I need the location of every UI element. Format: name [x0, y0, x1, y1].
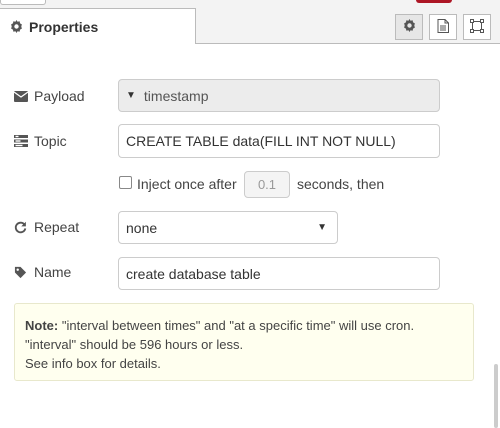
topic-input[interactable]: CREATE TABLE data(FILL INT NOT NULL): [118, 124, 440, 158]
note-line-3: See info box for details.: [25, 356, 161, 371]
node-appearance-button[interactable]: [463, 14, 491, 40]
tab-properties[interactable]: Properties: [0, 8, 196, 44]
inject-delay-input[interactable]: 0.1: [244, 171, 290, 198]
inject-once-label: Inject once after: [137, 176, 237, 192]
payload-type-input[interactable]: ▼ timestamp: [118, 79, 440, 112]
caret-down-icon: ▼: [126, 90, 136, 101]
note-line-2: "interval" should be 596 hours or less.: [25, 337, 244, 352]
repeat-label: Repeat: [14, 218, 79, 236]
payload-label: Payload: [14, 87, 85, 105]
node-settings-button[interactable]: [395, 14, 423, 40]
tasks-icon: [14, 135, 30, 147]
topic-label: Topic: [14, 132, 67, 150]
top-cancel-button[interactable]: [0, 0, 46, 5]
tag-icon: [14, 266, 30, 279]
gear-icon: [403, 19, 416, 35]
name-label: Name: [14, 263, 71, 281]
topic-value: CREATE TABLE data(FILL INT NOT NULL): [126, 133, 396, 149]
caret-down-icon: ▼: [317, 222, 327, 233]
inject-seconds-label: seconds, then: [297, 176, 385, 192]
tab-properties-label: Properties: [29, 18, 99, 35]
repeat-value: none: [126, 219, 158, 236]
repeat-select[interactable]: none ▼: [118, 211, 338, 244]
payload-value: timestamp: [143, 87, 209, 104]
inject-delay-placeholder: 0.1: [257, 177, 277, 192]
inject-once-checkbox[interactable]: [119, 176, 132, 189]
envelope-icon: [14, 90, 30, 102]
top-deploy-button[interactable]: [416, 0, 452, 3]
note-box: Note: "interval between times" and "at a…: [14, 303, 474, 381]
node-description-button[interactable]: [429, 14, 457, 40]
frame-icon: [470, 18, 484, 36]
repeat-icon: [14, 221, 30, 234]
note-line-1: Note: "interval between times" and "at a…: [25, 318, 415, 333]
scrollbar[interactable]: [494, 364, 498, 428]
note-title: Note:: [25, 318, 59, 333]
gear-icon: [10, 20, 23, 33]
document-icon: [437, 18, 449, 36]
name-value: create database table: [126, 265, 261, 282]
name-input[interactable]: create database table: [118, 257, 440, 290]
